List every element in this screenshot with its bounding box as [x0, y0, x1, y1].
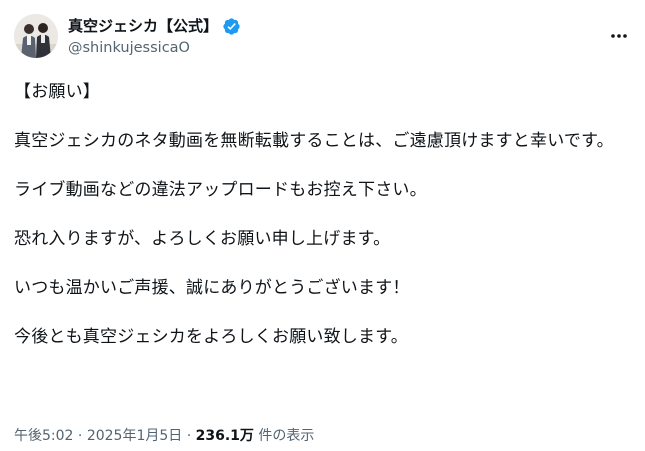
post-paragraph: ライブ動画などの違法アップロードもお控え下さい。 — [14, 180, 427, 200]
post-time[interactable]: 午後5:02 — [14, 428, 73, 444]
more-horizontal-icon[interactable] — [609, 26, 629, 46]
tweet-card: 真空ジェシカ【公式】 @shinkujessicaO 【お願い】 真空ジェシカの… — [0, 0, 645, 451]
tweet-header: 真空ジェシカ【公式】 @shinkujessicaO — [14, 14, 631, 62]
author-block: 真空ジェシカ【公式】 @shinkujessicaO — [68, 15, 241, 58]
verified-badge-icon[interactable] — [222, 17, 241, 36]
post-paragraph: 恐れ入りますが、よろしくお願い申し上げます。 — [14, 229, 391, 249]
post-date[interactable]: 2025年1月5日 — [87, 428, 182, 444]
display-name[interactable]: 真空ジェシカ【公式】 — [68, 16, 218, 36]
name-row: 真空ジェシカ【公式】 — [68, 15, 241, 37]
avatar[interactable] — [14, 14, 58, 58]
avatar-photo — [14, 14, 58, 58]
tweet-meta: 午後5:02 · 2025年1月5日 · 236.1万 件の表示 — [14, 426, 314, 446]
meta-separator: · — [73, 428, 87, 444]
meta-separator: · — [182, 428, 196, 444]
author-handle[interactable]: @shinkujessicaO — [68, 38, 241, 58]
views-label: 件の表示 — [253, 428, 315, 444]
tweet-body: 【お願い】 真空ジェシカのネタ動画を無断転載することは、ご遠慮頂けますと幸いです… — [14, 80, 631, 374]
post-paragraph: いつも温かいご声援、誠にありがとうございます！ — [14, 278, 410, 298]
post-paragraph: 真空ジェシカのネタ動画を無断転載することは、ご遠慮頂けますと幸いです。 — [14, 131, 614, 151]
views-count[interactable]: 236.1万 — [196, 428, 254, 444]
post-paragraph: 【お願い】 — [14, 82, 100, 102]
post-paragraph: 今後とも真空ジェシカをよろしくお願い致します。 — [14, 327, 408, 347]
